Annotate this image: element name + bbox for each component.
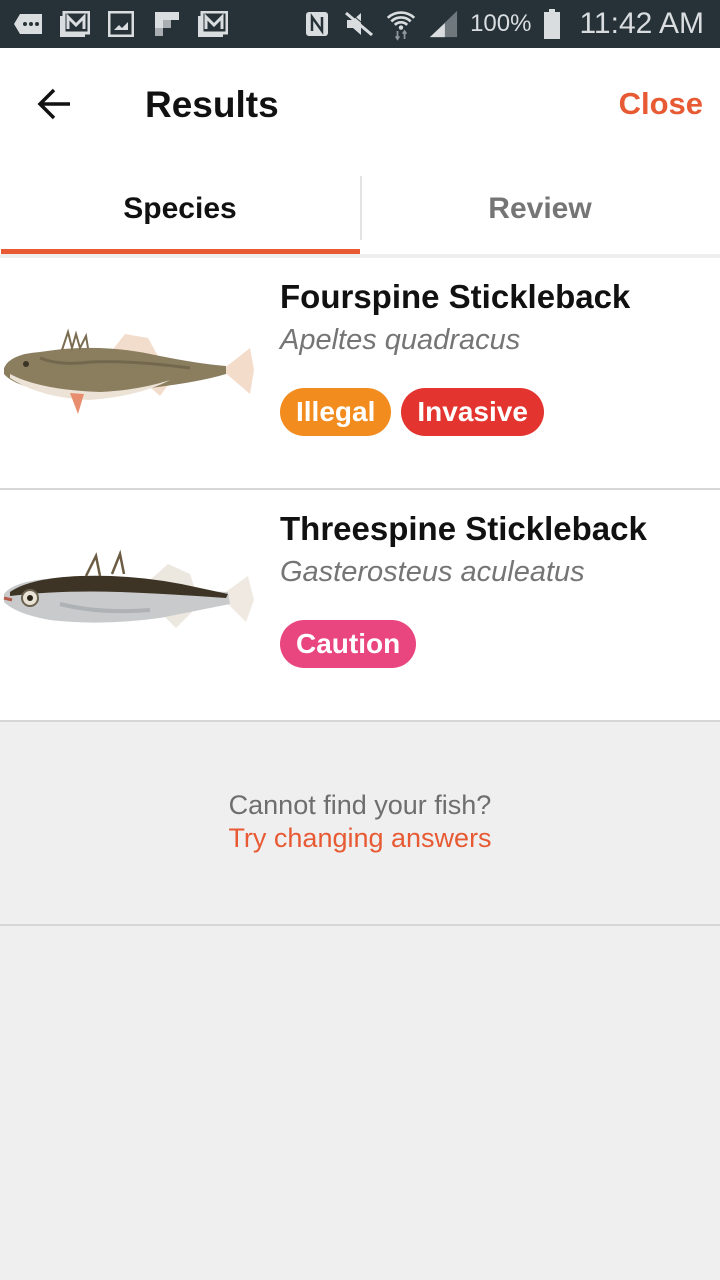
wifi-icon (386, 11, 416, 41)
not-found-section: Cannot find your fish? Try changing answ… (0, 724, 720, 926)
flipboard-icon (152, 11, 182, 37)
not-found-question: Cannot find your fish? (228, 790, 492, 820)
gallery-icon (106, 11, 136, 37)
tab-review[interactable]: Review (360, 164, 720, 254)
species-name: Fourspine Stickleback (280, 278, 631, 315)
status-badges: Illegal Invasive (280, 388, 544, 436)
status-badge-caution: Caution (280, 620, 417, 668)
status-badge-illegal: Illegal (280, 388, 392, 436)
mute-icon (344, 11, 375, 37)
nfc-icon (302, 11, 332, 37)
back-button[interactable] (36, 84, 76, 124)
status-badges: Caution (280, 620, 417, 668)
fourspine-stickleback-image (0, 308, 262, 428)
battery-icon (543, 9, 561, 39)
signal-icon (428, 10, 458, 38)
results-list: Fourspine Stickleback Apeltes quadracus … (0, 258, 720, 722)
try-changing-answers-link[interactable]: Try changing answers (0, 823, 720, 854)
list-item-fourspine-stickleback[interactable]: Fourspine Stickleback Apeltes quadracus … (0, 258, 720, 490)
species-name: Threespine Stickleback (280, 510, 647, 547)
tab-species[interactable]: Species (0, 164, 360, 254)
gmail-icon (60, 11, 90, 37)
status-badge-invasive: Invasive (401, 388, 544, 436)
gmail-icon (198, 11, 228, 37)
more-notifications-icon (14, 11, 44, 37)
arrow-left-icon (37, 88, 70, 120)
scientific-name: Gasterosteus aculeatus (280, 556, 585, 588)
threespine-stickleback-image (0, 540, 262, 660)
battery-percent: 100% (470, 10, 532, 37)
page-title: Results (145, 84, 279, 125)
close-button[interactable]: Close (619, 86, 703, 122)
app-bar: Results Close (0, 48, 720, 164)
scientific-name: Apeltes quadracus (280, 324, 521, 356)
tab-bar: Species Review (0, 164, 720, 258)
list-item-threespine-stickleback[interactable]: Threespine Stickleback Gasterosteus acul… (0, 490, 720, 722)
status-bar: 100% 11:42 AM (0, 0, 720, 48)
clock: 11:42 AM (579, 7, 704, 40)
